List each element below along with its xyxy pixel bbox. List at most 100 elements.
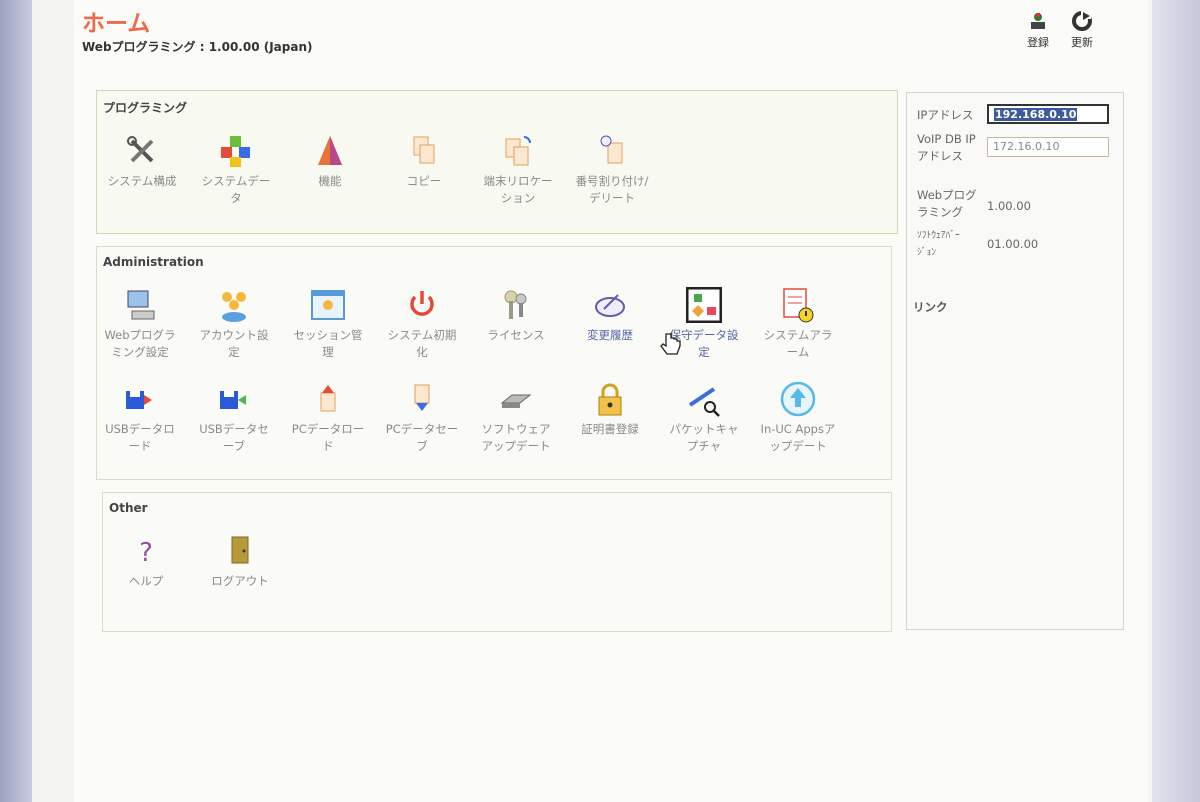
number-assign-item[interactable]: 番号割り付け/ デリート <box>567 133 657 207</box>
packet-capture-item[interactable]: パケットキャ プチャ <box>659 381 749 455</box>
tools-icon <box>127 136 154 163</box>
system-data-item[interactable]: システムデー タ <box>191 133 281 207</box>
keys-icon <box>504 290 527 319</box>
upload-icon <box>780 381 816 417</box>
pc-data-load-item[interactable]: PCデータロー ド <box>283 381 373 455</box>
inuc-apps-update-item[interactable]: In-UC Appsア ップデート <box>753 381 843 455</box>
system-config-item[interactable]: システム構成 <box>97 133 187 190</box>
system-data-label: システムデー タ <box>201 174 271 205</box>
software-update-label: ソフトウェア アップデート <box>481 422 551 453</box>
usb-data-load-item[interactable]: USBデータロ ード <box>95 381 185 455</box>
cubes-icon <box>221 136 250 167</box>
register-button[interactable]: 登録 <box>1018 10 1058 50</box>
system-alarm-item[interactable]: システムアラ ーム <box>753 287 843 361</box>
relocation-item[interactable]: 端末リロケー ション <box>473 133 563 207</box>
links-label: リンク <box>913 300 948 314</box>
relocation-label: 端末リロケー ション <box>483 174 553 205</box>
usb-data-load-label: USBデータロ ード <box>105 422 175 453</box>
number-assign-label: 番号割り付け/ デリート <box>575 174 649 205</box>
change-history-item[interactable]: 変更履歴 <box>565 287 655 344</box>
version-text: Webプログラミング : 1.00.00 (Japan) <box>82 40 313 54</box>
session-management-item[interactable]: セッション管 理 <box>283 287 373 361</box>
ip-address-input[interactable]: 192.168.0.10 <box>987 104 1109 124</box>
software-version-value: 01.00.00 <box>987 237 1039 251</box>
other-title: Other <box>109 501 148 515</box>
usb-data-save-item[interactable]: USBデータセ ーブ <box>189 381 279 455</box>
screen: ホーム Webプログラミング : 1.00.00 (Japan) 登録 更新 プ… <box>32 0 1152 802</box>
ip-label: IPアドレス <box>917 108 974 122</box>
logout-icon <box>231 536 249 564</box>
users-icon <box>222 292 246 322</box>
software-update-icon <box>500 394 532 408</box>
monitor-bezel-right <box>1152 0 1200 802</box>
usb-load-icon <box>126 391 152 409</box>
system-alarm-label: システムアラ ーム <box>763 328 833 359</box>
account-settings-item[interactable]: アカウント設 定 <box>189 287 279 361</box>
relocation-icon <box>505 136 531 166</box>
packet-capture-icon <box>688 387 720 417</box>
info-sidebar: IPアドレス 192.168.0.10 VoIP DB IP アドレス 172.… <box>906 92 1124 630</box>
certificate-label: 証明書登録 <box>581 422 639 436</box>
pc-data-load-label: PCデータロー ド <box>291 422 365 453</box>
software-version-label: ｿﾌﾄｳｪｱﾊﾞｰ ｼﾞｮﾝ <box>917 230 960 258</box>
logout-label: ログアウト <box>211 574 269 588</box>
pc-load-icon <box>320 385 336 412</box>
license-label: ライセンス <box>487 328 545 342</box>
refresh-icon <box>1072 11 1092 31</box>
function-item[interactable]: 機能 <box>285 133 375 190</box>
web-version-label: Webプログ ラミング <box>917 188 977 219</box>
number-assign-icon <box>600 135 623 164</box>
voip-address-input[interactable]: 172.16.0.10 <box>987 137 1109 157</box>
other-section: Other ? ヘルプ ログアウト <box>102 492 892 632</box>
packet-capture-label: パケットキャ プチャ <box>669 422 739 453</box>
hand-cursor-icon <box>660 333 681 355</box>
register-label: 登録 <box>1027 36 1049 49</box>
administration-section: Administration Webプログラ ミング設定 アカウント設 定 セッ… <box>96 246 892 480</box>
page-title: ホーム <box>82 11 151 37</box>
pc-data-save-label: PCデータセー ブ <box>385 422 459 453</box>
monitor-bezel-left <box>0 0 32 802</box>
help-label: ヘルプ <box>128 574 164 588</box>
web-programming-settings-label: Webプログラ ミング設定 <box>104 328 176 359</box>
help-item[interactable]: ? ヘルプ <box>101 533 191 590</box>
system-config-label: システム構成 <box>107 174 177 188</box>
certificate-item[interactable]: 証明書登録 <box>565 381 655 438</box>
web-version-value: 1.00.00 <box>987 199 1031 213</box>
refresh-button[interactable]: 更新 <box>1062 10 1102 50</box>
logout-item[interactable]: ログアウト <box>195 533 285 590</box>
cone-icon <box>318 136 342 165</box>
session-management-label: セッション管 理 <box>293 328 363 359</box>
copy-label: コピー <box>406 174 442 188</box>
license-item[interactable]: ライセンス <box>471 287 561 344</box>
alarm-icon <box>783 288 814 323</box>
app-window: ホーム Webプログラミング : 1.00.00 (Japan) 登録 更新 プ… <box>74 0 1148 802</box>
system-init-item[interactable]: システム初期 化 <box>377 287 467 361</box>
session-icon <box>311 290 345 320</box>
account-settings-label: アカウント設 定 <box>199 328 269 359</box>
software-update-item[interactable]: ソフトウェア アップデート <box>471 381 561 455</box>
change-history-label: 変更履歴 <box>587 328 633 342</box>
pc-save-icon <box>414 384 430 411</box>
register-icon <box>1031 13 1045 29</box>
inuc-apps-update-label: In-UC Appsア ップデート <box>760 422 836 453</box>
lock-icon <box>598 383 622 416</box>
programming-section: プログラミング システム構成 システムデー タ 機能 コピー 端末リロケー ショ… <box>96 90 898 234</box>
administration-title: Administration <box>103 255 204 269</box>
usb-save-icon <box>220 391 246 409</box>
computer-icon <box>127 290 155 320</box>
system-init-label: システム初期 化 <box>387 328 457 359</box>
web-programming-settings-item[interactable]: Webプログラ ミング設定 <box>95 287 185 361</box>
power-icon <box>410 291 434 316</box>
pc-data-save-item[interactable]: PCデータセー ブ <box>377 381 467 455</box>
copy-icon <box>413 136 435 164</box>
history-icon <box>595 294 625 317</box>
svg-text:?: ? <box>139 538 153 568</box>
refresh-label: 更新 <box>1071 36 1093 49</box>
maintenance-icon <box>686 287 722 323</box>
help-icon: ? <box>139 538 153 568</box>
copy-item[interactable]: コピー <box>379 133 469 190</box>
usb-data-save-label: USBデータセ ーブ <box>199 422 269 453</box>
voip-label: VoIP DB IP アドレス <box>917 132 976 163</box>
programming-title: プログラミング <box>103 101 188 115</box>
function-label: 機能 <box>318 174 342 188</box>
